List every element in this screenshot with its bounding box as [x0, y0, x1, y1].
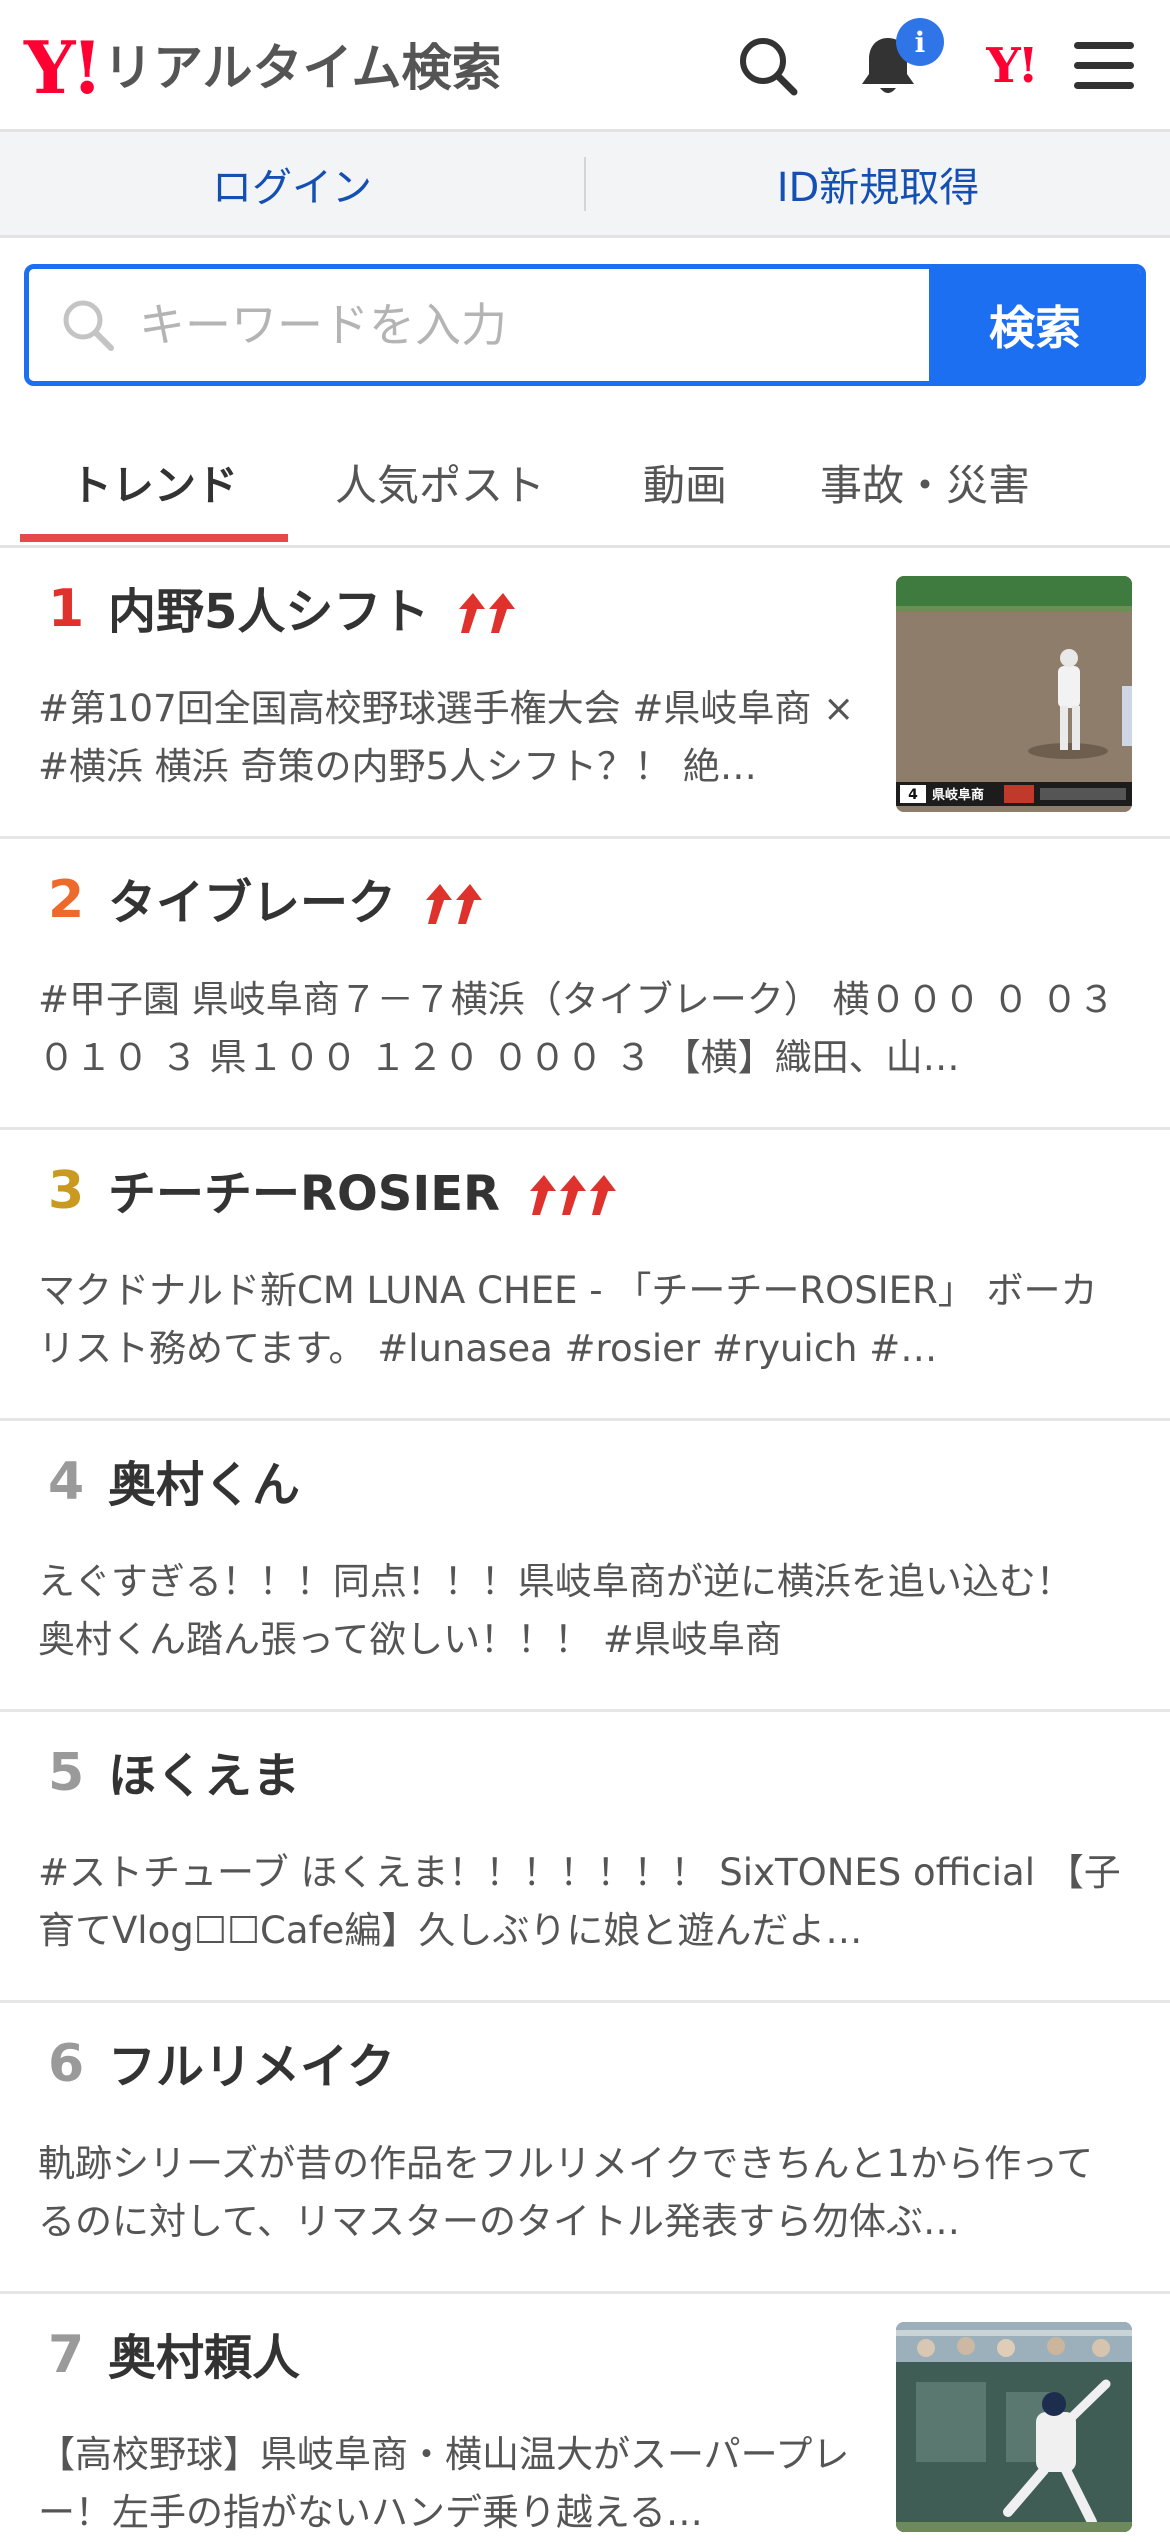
trend-thumbnail[interactable]	[896, 2322, 1132, 2532]
tab-accidents-disasters[interactable]: 事故・災害	[790, 420, 1060, 545]
trend-keyword-row: タイブレーク	[108, 875, 483, 933]
trend-keyword-row: 内野5人シフト	[108, 584, 516, 642]
notification-badge: i	[896, 18, 944, 66]
trend-item[interactable]: 7 奥村頼人 【高校野球】県岐阜商・横山温大がスーパープレー！左手の指がないハン…	[0, 2294, 1170, 2534]
trend-description: えぐすぎる！！！同点！！！県岐阜商が逆に横浜を追い込む！奥村くん踏ん張って欲しい…	[38, 1560, 1073, 1661]
trend-description: 【高校野球】県岐阜商・横山温大がスーパープレー！左手の指がないハンデ乗り越える…	[38, 2433, 850, 2534]
active-tab-indicator	[20, 534, 288, 542]
category-tabs: トレンド 人気ポスト 動画 事故・災害	[0, 420, 1170, 548]
yahoo-small-logo: Y!	[986, 38, 1038, 94]
yahoo-realtime-logo[interactable]: Y! リアルタイム検索	[24, 28, 502, 108]
login-link[interactable]: ログイン	[0, 155, 584, 213]
rising-arrows-icon	[447, 588, 516, 638]
register-link[interactable]: ID新規取得	[586, 155, 1170, 213]
trend-keyword: ほくえま	[108, 1748, 301, 1804]
search-form: 検索	[24, 264, 1146, 386]
notification-button[interactable]: i	[850, 18, 944, 104]
login-bar: ログイン ID新規取得	[0, 132, 1170, 238]
yahoo-logo-mark: Y!	[24, 25, 103, 110]
trend-keyword-row: フルリメイク	[108, 2039, 395, 2097]
tab-popular-posts[interactable]: 人気ポスト	[300, 420, 580, 545]
rank-number: 2	[48, 870, 85, 930]
arrow-up-icon	[456, 883, 483, 924]
arrow-up-icon	[589, 1174, 616, 1215]
trend-keyword: 内野5人シフト	[108, 584, 430, 640]
rank-number: 5	[48, 1743, 85, 1803]
trend-keyword: 奥村頼人	[108, 2330, 301, 2386]
rank-number: 1	[48, 579, 85, 639]
trend-keyword-row: 奥村くん	[108, 1457, 300, 1515]
trend-item[interactable]: 2 タイブレーク #甲子園 県岐阜商７－７横浜（タイブレーク） 横０００ ０ ０…	[0, 839, 1170, 1130]
trend-keyword: 奥村くん	[108, 1457, 301, 1513]
rising-arrows-icon	[414, 879, 483, 929]
trend-description: #ストチューブ ほくえま！！！！！！！ SixTONES official 【子…	[38, 1851, 1121, 1952]
trend-keyword: チーチーROSIER	[108, 1166, 500, 1222]
trend-keyword: フルリメイク	[108, 2039, 396, 2095]
app-header: Y! リアルタイム検索 i Y!	[0, 0, 1170, 132]
trend-description: マクドナルド新CM LUNA CHEE - 「チーチーROSIER」 ボーカリス…	[38, 1269, 1098, 1370]
menu-icon[interactable]	[1066, 28, 1142, 104]
trend-keyword-row: 奥村頼人	[108, 2330, 300, 2388]
arrow-up-icon	[489, 592, 516, 633]
trend-item[interactable]: 5 ほくえま #ストチューブ ほくえま！！！！！！！ SixTONES offi…	[0, 1712, 1170, 2003]
logo-title: リアルタイム検索	[103, 39, 502, 97]
trend-keyword-row: チーチーROSIER	[108, 1166, 616, 1224]
trend-keyword-row: ほくえま	[108, 1748, 300, 1806]
yahoo-top-link[interactable]: Y!	[966, 28, 1056, 104]
scoreboard-team: 県岐阜商	[932, 787, 984, 803]
scoreboard-number: 4	[908, 787, 918, 803]
trend-item[interactable]: 1 内野5人シフト #第107回全国高校野球選手権大会 #県岐阜商 × #横浜 …	[0, 548, 1170, 839]
trend-item[interactable]: 6 フルリメイク 軌跡シリーズが昔の作品をフルリメイクできちんと1から作ってるの…	[0, 2003, 1170, 2294]
rank-number: 3	[48, 1161, 85, 1221]
search-input-wrap	[29, 269, 929, 381]
search-input[interactable]	[139, 269, 929, 381]
trend-thumbnail[interactable]: 4 県岐阜商	[896, 576, 1132, 812]
trend-item[interactable]: 3 チーチーROSIER マクドナルド新CM LUNA CHEE - 「チーチー…	[0, 1130, 1170, 1421]
trend-description: 軌跡シリーズが昔の作品をフルリメイクできちんと1から作ってるのに対して、リマスタ…	[38, 2142, 1094, 2243]
trend-description: #第107回全国高校野球選手権大会 #県岐阜商 × #横浜 横浜 奇策の内野5人…	[38, 687, 855, 788]
search-button[interactable]: 検索	[929, 269, 1141, 381]
search-field-icon	[63, 300, 114, 351]
trend-item[interactable]: 4 奥村くん えぐすぎる！！！同点！！！県岐阜商が逆に横浜を追い込む！奥村くん踏…	[0, 1421, 1170, 1712]
rank-number: 6	[48, 2034, 85, 2094]
trend-description: #甲子園 県岐阜商７－７横浜（タイブレーク） 横０００ ０ ０３ ０１０ ３ 県…	[38, 978, 1116, 1079]
rank-number: 4	[48, 1452, 85, 1512]
trend-keyword: タイブレーク	[108, 875, 397, 931]
rising-arrows-icon	[518, 1170, 616, 1220]
search-icon[interactable]	[730, 28, 806, 104]
tab-videos[interactable]: 動画	[590, 420, 780, 545]
rank-number: 7	[48, 2325, 85, 2385]
tab-trend[interactable]: トレンド	[20, 420, 288, 545]
